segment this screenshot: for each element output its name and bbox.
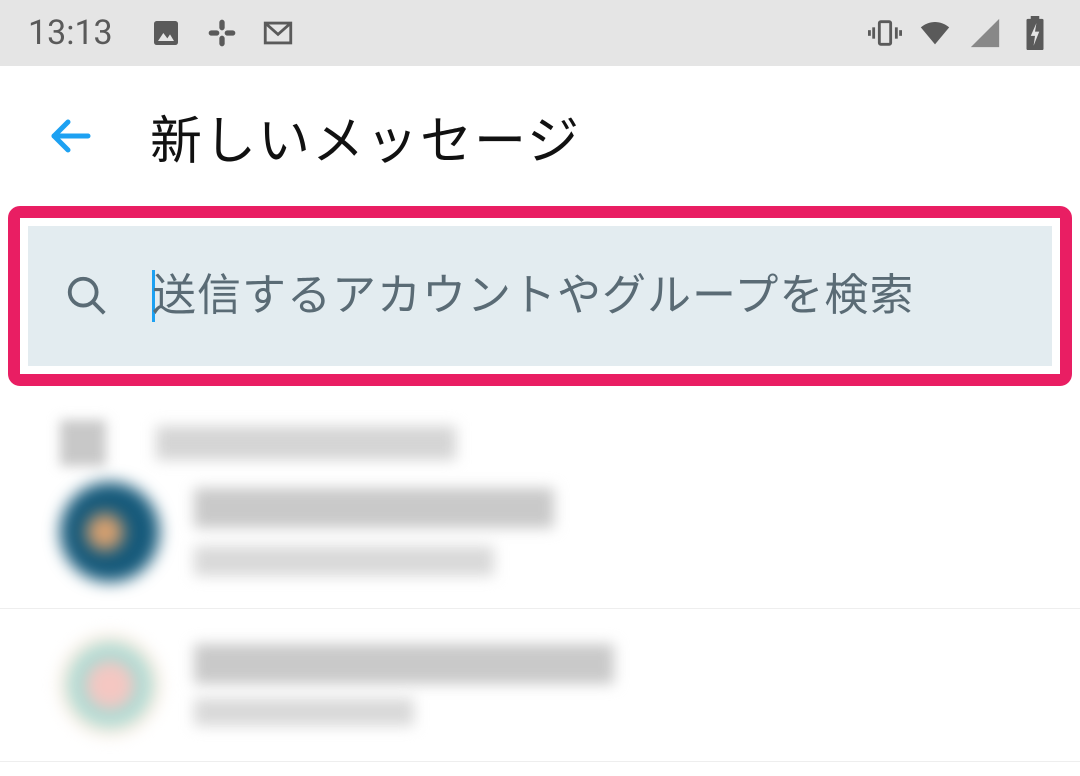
list-item[interactable] bbox=[0, 396, 1080, 474]
cellular-icon bbox=[968, 16, 1002, 50]
header: 新しいメッセージ bbox=[0, 66, 1080, 206]
avatar bbox=[60, 482, 160, 582]
image-icon bbox=[149, 16, 183, 50]
clock-time: 13:13 bbox=[28, 13, 113, 53]
search-bar[interactable] bbox=[28, 226, 1052, 366]
results-list bbox=[0, 386, 1080, 762]
status-bar: 13:13 bbox=[0, 0, 1080, 66]
list-item-handle bbox=[194, 546, 494, 576]
vibrate-icon bbox=[868, 16, 902, 50]
slack-icon bbox=[205, 16, 239, 50]
arrow-left-icon bbox=[46, 112, 94, 160]
list-item[interactable] bbox=[0, 609, 1080, 762]
list-item[interactable] bbox=[0, 474, 1080, 609]
list-item-name bbox=[194, 488, 554, 528]
page-title: 新しいメッセージ bbox=[150, 99, 581, 174]
search-highlight-frame bbox=[8, 206, 1072, 386]
avatar bbox=[60, 635, 160, 735]
list-item-label bbox=[156, 426, 456, 460]
battery-charging-icon bbox=[1018, 16, 1052, 50]
list-item-handle bbox=[194, 698, 414, 726]
wifi-icon bbox=[918, 16, 952, 50]
back-button[interactable] bbox=[40, 106, 100, 166]
search-input[interactable] bbox=[152, 271, 1018, 321]
avatar bbox=[60, 420, 106, 466]
status-bar-right bbox=[868, 16, 1052, 50]
status-bar-left: 13:13 bbox=[28, 13, 295, 53]
list-item-name bbox=[194, 644, 614, 684]
gmail-icon bbox=[261, 16, 295, 50]
search-icon bbox=[62, 271, 112, 321]
